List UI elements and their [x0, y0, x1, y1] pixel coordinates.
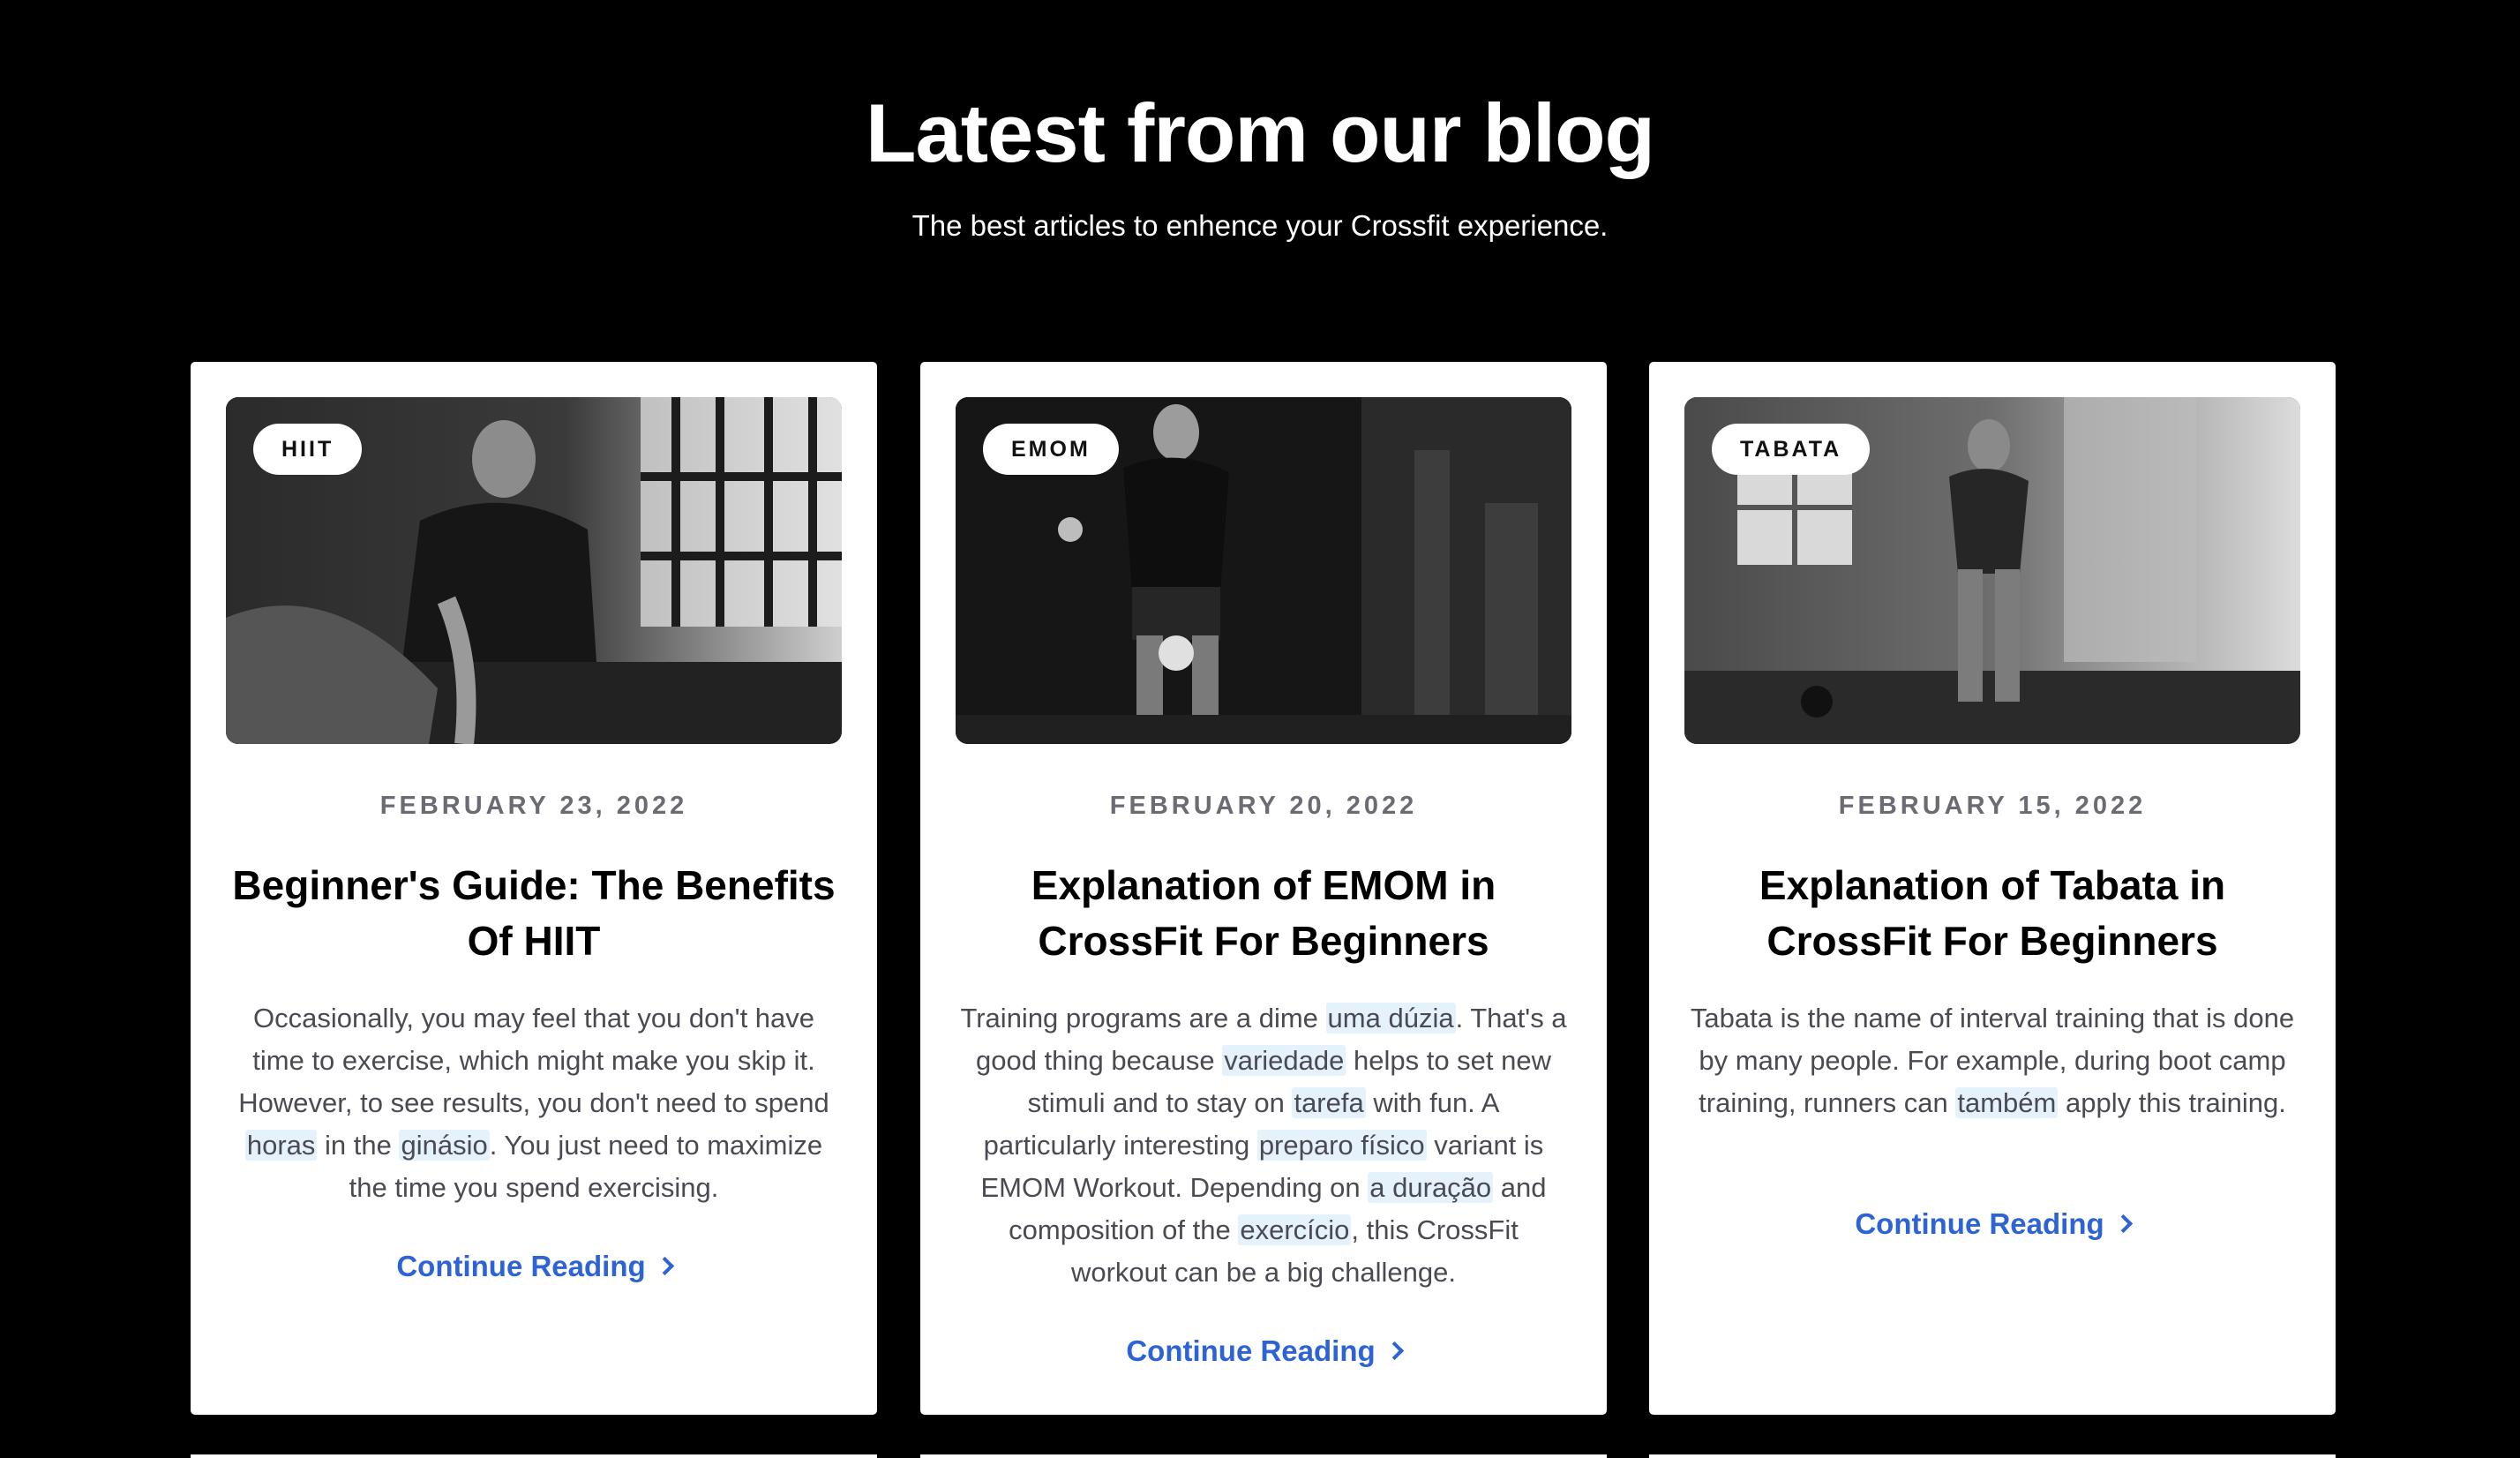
continue-reading-link[interactable]: Continue Reading	[920, 1332, 1607, 1371]
post-image[interactable]: HIIT	[226, 397, 842, 744]
chevron-right-icon	[655, 1256, 674, 1276]
post-excerpt: Tabata is the name of interval training …	[1688, 997, 2297, 1124]
next-card-edge	[1649, 1454, 2336, 1458]
post-date: FEBRUARY 15, 2022	[1838, 792, 2147, 820]
blog-card[interactable]: HIIT FEBRUARY 23, 2022 Beginner's Guide:…	[191, 362, 877, 1415]
highlighted-term-link[interactable]: ginásio	[399, 1130, 490, 1161]
post-category-tag[interactable]: TABATA	[1712, 424, 1871, 475]
highlighted-term-link[interactable]: também	[1955, 1087, 2059, 1118]
highlighted-term-link[interactable]: horas	[244, 1130, 318, 1161]
highlighted-term-link[interactable]: variedade	[1222, 1045, 1346, 1076]
post-title[interactable]: Explanation of EMOM in CrossFit For Begi…	[947, 858, 1580, 969]
excerpt-text: in the	[317, 1130, 400, 1161]
post-date: FEBRUARY 23, 2022	[379, 792, 688, 820]
post-title[interactable]: Explanation of Tabata in CrossFit For Be…	[1676, 858, 2309, 969]
continue-reading-link[interactable]: Continue Reading	[191, 1247, 877, 1286]
continue-reading-label: Continue Reading	[1855, 1207, 2104, 1240]
blog-card[interactable]: TABATA FEBRUARY 15, 2022 Explanation of …	[1649, 362, 2336, 1415]
highlighted-term-link[interactable]: uma dúzia	[1325, 1003, 1456, 1033]
blog-section: Latest from our blog The best articles t…	[0, 0, 2520, 1458]
chevron-right-icon	[2113, 1214, 2133, 1234]
post-category-tag[interactable]: HIIT	[253, 424, 363, 475]
excerpt-text: Training programs are a dime	[960, 1003, 1326, 1033]
next-card-edge	[920, 1454, 1607, 1458]
post-image[interactable]: TABATA	[1684, 397, 2300, 744]
post-excerpt: Occasionally, you may feel that you don'…	[229, 997, 838, 1209]
highlighted-term-link[interactable]: tarefa	[1292, 1087, 1366, 1118]
excerpt-text: Occasionally, you may feel that you don'…	[238, 1003, 829, 1118]
post-title[interactable]: Beginner's Guide: The Benefits Of HIIT	[217, 858, 851, 969]
highlighted-term-link[interactable]: a duração	[1368, 1172, 1494, 1203]
post-excerpt: Training programs are a dime uma dúzia. …	[959, 997, 1568, 1294]
next-card-edge	[191, 1454, 877, 1458]
highlighted-term-link[interactable]: exercício	[1238, 1214, 1352, 1245]
excerpt-text: apply this training.	[2058, 1087, 2286, 1118]
chevron-right-icon	[1384, 1341, 1404, 1361]
blog-card[interactable]: EMOM FEBRUARY 20, 2022 Explanation of EM…	[920, 362, 1607, 1415]
post-date: FEBRUARY 20, 2022	[1109, 792, 1418, 820]
section-title: Latest from our blog	[866, 86, 1655, 179]
section-subtitle: The best articles to enhence your Crossf…	[911, 209, 1609, 242]
continue-reading-label: Continue Reading	[396, 1250, 646, 1282]
continue-reading-label: Continue Reading	[1126, 1334, 1376, 1367]
post-category-tag[interactable]: EMOM	[983, 424, 1119, 475]
continue-reading-link[interactable]: Continue Reading	[1649, 1205, 2336, 1244]
post-image[interactable]: EMOM	[956, 397, 1571, 744]
highlighted-term-link[interactable]: preparo físico	[1256, 1130, 1427, 1161]
